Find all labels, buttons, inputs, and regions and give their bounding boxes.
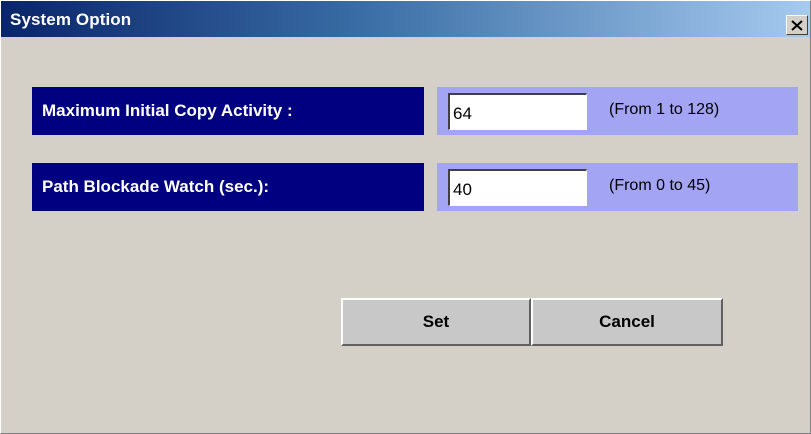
field-label-cell: Maximum Initial Copy Activity : bbox=[32, 87, 424, 135]
window-title: System Option bbox=[10, 10, 132, 29]
close-icon bbox=[791, 19, 803, 31]
field-row-path-blockade-watch: Path Blockade Watch (sec.): (From 0 to 4… bbox=[32, 163, 798, 211]
close-button[interactable] bbox=[786, 15, 808, 35]
field-range-hint: (From 0 to 45) bbox=[609, 177, 711, 194]
title-bar[interactable]: System Option bbox=[1, 1, 810, 37]
field-range-hint: (From 1 to 128) bbox=[609, 101, 720, 118]
set-button[interactable]: Set bbox=[341, 298, 531, 346]
field-label-cell: Path Blockade Watch (sec.): bbox=[32, 163, 424, 211]
field-row-max-initial-copy-activity: Maximum Initial Copy Activity : (From 1 … bbox=[32, 87, 798, 135]
cancel-button[interactable]: Cancel bbox=[531, 298, 723, 346]
field-label: Path Blockade Watch (sec.): bbox=[42, 177, 270, 196]
field-label: Maximum Initial Copy Activity : bbox=[42, 101, 293, 120]
field-value-cell: (From 1 to 128) bbox=[437, 87, 798, 135]
path-blockade-watch-input[interactable] bbox=[448, 169, 587, 206]
system-option-dialog: System Option Maximum Initial Copy Activ… bbox=[0, 0, 811, 434]
field-value-cell: (From 0 to 45) bbox=[437, 163, 798, 211]
max-initial-copy-activity-input[interactable] bbox=[448, 93, 587, 130]
